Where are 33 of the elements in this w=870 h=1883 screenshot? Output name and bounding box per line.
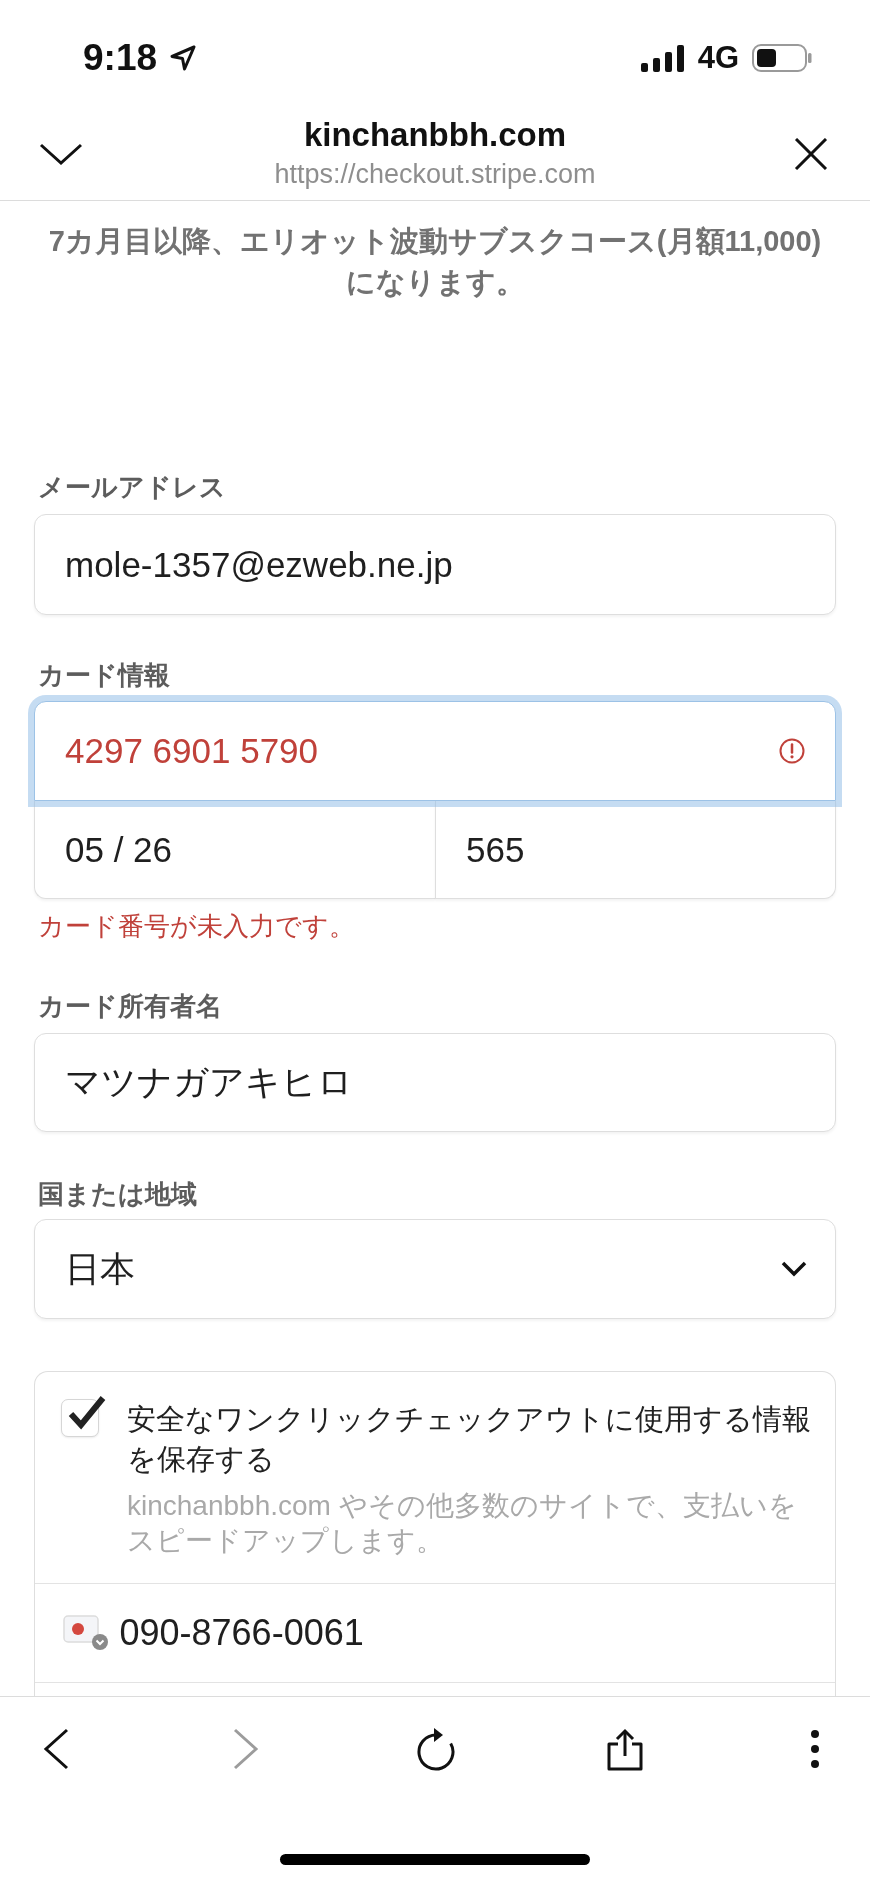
country-select[interactable]: 日本 — [34, 1219, 836, 1319]
more-icon[interactable] — [810, 1729, 820, 1769]
chevron-down-icon — [781, 1261, 807, 1277]
reload-icon[interactable] — [414, 1726, 457, 1772]
location-arrow-icon — [169, 44, 198, 72]
signal-icon — [640, 44, 685, 72]
notice-text: 7カ月目以降、エリオット波動サブスクコース(月額11,000)になります。 — [47, 224, 823, 300]
checkbox[interactable] — [61, 1393, 107, 1438]
expiry-field[interactable]: 05 / 26 — [34, 801, 435, 899]
email-field[interactable]: mole-1357@ezweb.ne.jp — [34, 514, 836, 615]
phone-field[interactable]: 090-8766-0061 — [35, 1583, 835, 1682]
checkmark-icon — [67, 1393, 107, 1430]
page-title: kinchanbbh.com — [302, 115, 568, 155]
cvc-field[interactable]: 565 — [435, 801, 836, 899]
field-label: カード情報 — [37, 660, 171, 690]
flag-icon[interactable] — [62, 1615, 109, 1651]
network-label: 4G — [697, 39, 739, 77]
cardholder-field[interactable]: マツナガアキヒロ — [34, 1033, 836, 1132]
field-label: カード所有者名 — [37, 991, 223, 1021]
back-icon[interactable] — [43, 1728, 69, 1770]
status-time: 9:18 — [83, 38, 158, 78]
chevron-down-icon[interactable] — [39, 142, 83, 166]
save-info-title: 安全なワンクリックチェックアウトに使用する情報を保存する — [127, 1401, 812, 1477]
close-icon[interactable] — [794, 138, 828, 170]
field-label: メールアドレス — [37, 472, 227, 502]
error-icon — [779, 738, 805, 764]
card-number-field[interactable]: 4297 6901 5790 — [34, 701, 836, 801]
field-label: 国または地域 — [37, 1179, 198, 1209]
save-info-description: kinchanbbh.com やその他多数のサイトで、支払いをスピードアップします。 — [127, 1488, 798, 1558]
error-message: カード番号が未入力です。 — [37, 912, 356, 940]
page-url: https://checkout.stripe.com — [273, 158, 597, 191]
battery-icon — [752, 44, 812, 72]
share-icon[interactable] — [605, 1727, 646, 1771]
